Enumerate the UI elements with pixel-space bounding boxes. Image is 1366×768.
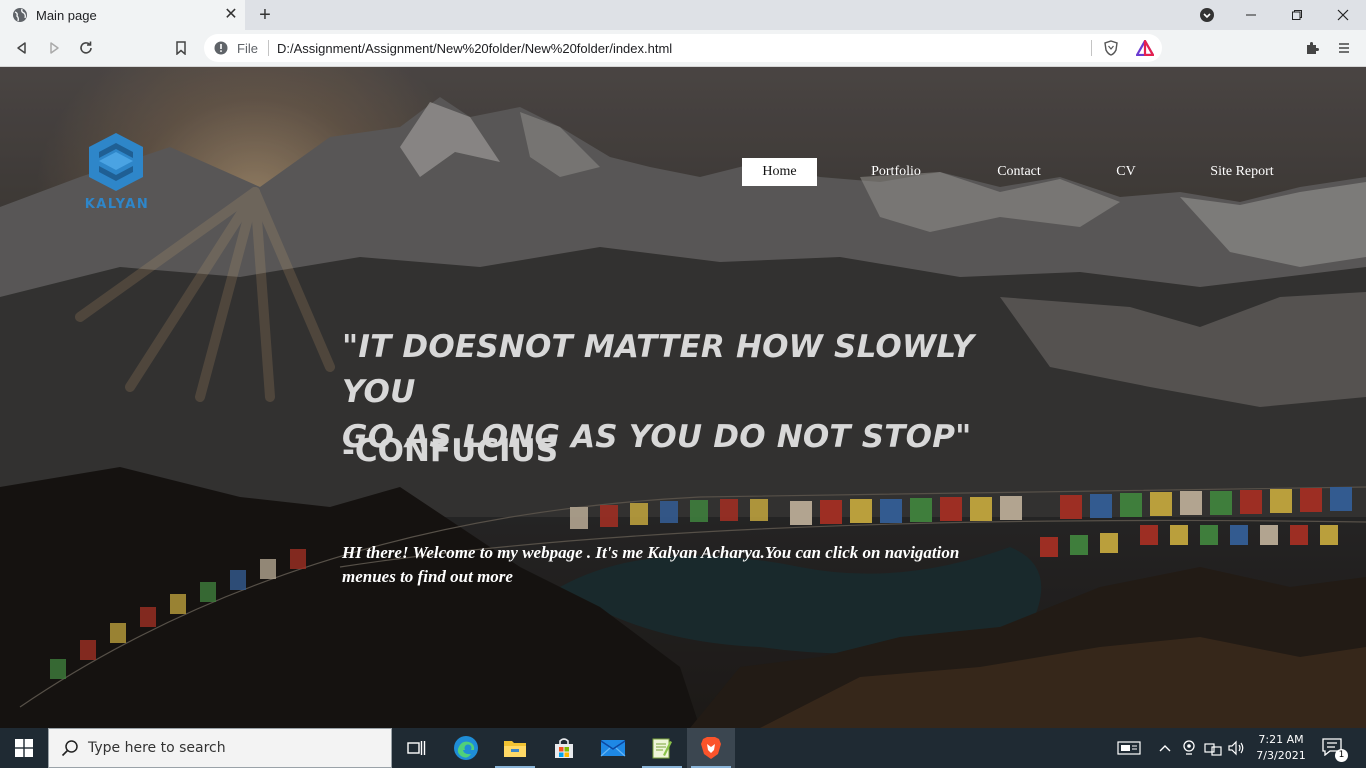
browser-menu-dropdown-icon[interactable] <box>1184 0 1230 30</box>
chevron-up-icon[interactable] <box>1155 738 1175 758</box>
reload-icon[interactable] <box>76 38 96 58</box>
nav-cv[interactable]: CV <box>1106 158 1146 186</box>
address-bar[interactable]: File D:/Assignment/Assignment/New%20fold… <box>204 34 1162 62</box>
omnibox-divider <box>1091 40 1092 56</box>
quote-line-1: "IT DOESNOT MATTER HOW SLOWLY YOU <box>342 329 975 410</box>
tab-title: Main page <box>36 7 97 23</box>
kalyan-logo-icon <box>89 133 143 191</box>
search-placeholder: Type here to search <box>88 740 226 756</box>
nav-site-report[interactable]: Site Report <box>1200 158 1284 186</box>
url-scheme-label: File <box>237 40 258 56</box>
url-divider <box>267 40 269 56</box>
welcome-text: HI there! Welcome to my webpage . It's m… <box>342 543 960 586</box>
new-tab-icon[interactable]: + <box>255 5 275 25</box>
store-icon[interactable] <box>540 728 588 768</box>
clock-time: 7:21 AM <box>1258 733 1304 746</box>
info-icon[interactable] <box>214 41 228 55</box>
page-hero: KALYAN Home Portfolio Contact CV Site Re… <box>0 67 1366 728</box>
keyboard-icon[interactable] <box>1117 738 1141 758</box>
url-text[interactable]: D:/Assignment/Assignment/New%20folder/Ne… <box>277 41 672 56</box>
taskbar: Type here to search 7:21 AM 7/3/2021 1 <box>0 728 1366 768</box>
clock-date: 7/3/2021 <box>1256 749 1306 762</box>
system-clock[interactable]: 7:21 AM 7/3/2021 <box>1252 732 1310 764</box>
bookmark-icon[interactable] <box>171 38 191 58</box>
windows-start-icon[interactable] <box>0 728 48 768</box>
search-icon <box>61 740 78 757</box>
file-explorer-icon[interactable] <box>491 728 539 768</box>
browser-toolbar: File D:/Assignment/Assignment/New%20fold… <box>0 30 1366 67</box>
globe-icon <box>13 8 27 22</box>
notification-center-icon[interactable]: 1 <box>1322 738 1348 762</box>
back-icon[interactable] <box>12 38 32 58</box>
extensions-icon[interactable] <box>1302 38 1322 58</box>
notepad-plus-icon[interactable] <box>638 728 686 768</box>
task-view-icon[interactable] <box>392 728 440 768</box>
nav-portfolio[interactable]: Portfolio <box>858 158 934 186</box>
edge-icon[interactable] <box>442 728 490 768</box>
forward-icon[interactable] <box>44 38 64 58</box>
menu-icon[interactable] <box>1334 38 1354 58</box>
browser-tab[interactable]: Main page ✕ <box>0 0 245 30</box>
logo-text: KALYAN <box>84 197 150 212</box>
minimize-icon[interactable] <box>1228 0 1274 30</box>
nav-home[interactable]: Home <box>742 158 817 186</box>
network-icon[interactable] <box>1203 738 1223 758</box>
webcam-icon[interactable] <box>1179 738 1199 758</box>
close-tab-icon[interactable]: ✕ <box>223 7 239 23</box>
brave-rewards-icon[interactable] <box>1136 40 1154 56</box>
volume-icon[interactable] <box>1226 738 1246 758</box>
quote-author: -CONFUCIUS <box>342 433 559 469</box>
brave-icon[interactable] <box>687 728 735 768</box>
brave-shield-icon[interactable] <box>1103 40 1119 56</box>
taskbar-search-box[interactable]: Type here to search <box>48 728 392 768</box>
tab-strip: Main page ✕ + <box>0 0 1366 30</box>
nav-contact[interactable]: Contact <box>986 158 1052 186</box>
notification-count-badge: 1 <box>1335 749 1348 762</box>
close-window-icon[interactable] <box>1320 0 1366 30</box>
restore-icon[interactable] <box>1274 0 1320 30</box>
mail-icon[interactable] <box>589 728 637 768</box>
site-logo[interactable]: KALYAN <box>78 131 156 217</box>
